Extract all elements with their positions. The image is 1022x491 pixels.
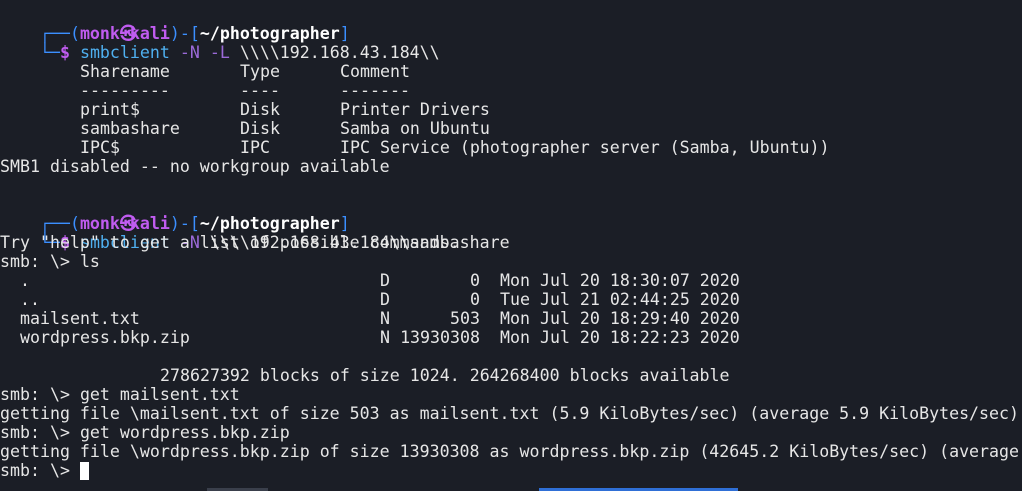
file-size: 503 — [450, 309, 480, 328]
file-attr: N — [380, 309, 390, 328]
file-date: Mon Jul 20 18:22:23 2020 — [500, 328, 740, 347]
file-attr: D — [380, 271, 390, 290]
share-row-type: IPC — [240, 138, 270, 157]
smb-prompt: smb: \> — [0, 252, 80, 271]
share-header-comment: Comment — [340, 62, 410, 81]
share-row-type: Disk — [240, 100, 280, 119]
file-date: Tue Jul 21 02:44:25 2020 — [500, 290, 740, 309]
blocks-info: 278627392 blocks of size 1024. 264268400… — [160, 366, 730, 385]
share-dash-comment: ------- — [340, 81, 410, 100]
smb-command: ls — [79, 252, 100, 271]
option-l: -L — [209, 43, 230, 62]
command-line-1: └─$ smbclient -N -L \\\\192.168.43.184\\ — [39, 43, 440, 62]
smb-command: get wordpress.bkp.zip — [79, 423, 290, 442]
get2-result: getting file \wordpress.bkp.zip of size … — [0, 442, 1020, 461]
smb-get1-line: smb: \> get mailsent.txt — [0, 385, 240, 404]
smb-prompt: smb: \> — [0, 385, 80, 404]
file-size: 13930308 — [400, 328, 480, 347]
file-name: mailsent.txt — [20, 309, 140, 328]
prompt-line-2: ┌──(monk㉿kali)-[~/photographer] — [39, 214, 350, 233]
share-row-name: print$ — [80, 100, 140, 119]
option-n: -N — [179, 43, 200, 62]
share-dash-type: ---- — [240, 81, 280, 100]
file-name: . — [20, 271, 30, 290]
smb-command: get mailsent.txt — [79, 385, 240, 404]
share-header-name: Sharename — [80, 62, 170, 81]
share-row-name: sambashare — [80, 119, 180, 138]
get1-result: getting file \mailsent.txt of size 503 a… — [0, 404, 1020, 423]
share-row-name: IPC$ — [80, 138, 120, 157]
share-row-comment: IPC Service (photographer server (Samba,… — [340, 138, 830, 157]
file-date: Mon Jul 20 18:29:40 2020 — [500, 309, 740, 328]
smb-prompt: smb: \> — [0, 461, 80, 480]
file-size: 0 — [470, 271, 480, 290]
prompt-line-1: ┌──(monk㉿kali)-[~/photographer] — [39, 24, 350, 43]
terminal-window[interactable]: ┌──(monk㉿kali)-[~/photographer] └─$ smbc… — [0, 0, 1022, 491]
share-header-type: Type — [240, 62, 280, 81]
share-row-comment: Printer Drivers — [340, 100, 490, 119]
file-attr: N — [380, 328, 390, 347]
share-row-comment: Samba on Ubuntu — [340, 119, 490, 138]
share-dash-name: --------- — [80, 81, 170, 100]
file-name: .. — [20, 290, 40, 309]
smb1-note: SMB1 disabled -- no workgroup available — [0, 157, 390, 176]
command-line-2: └─$ smbclient -N \\\\192.168.43.184\\sam… — [39, 233, 510, 252]
text-cursor[interactable] — [79, 462, 89, 480]
smb-get2-line: smb: \> get wordpress.bkp.zip — [0, 423, 290, 442]
prompt-dollar: $ — [59, 43, 70, 62]
smb-ls-line: smb: \> ls — [0, 252, 100, 271]
file-date: Mon Jul 20 18:30:07 2020 — [500, 271, 740, 290]
help-hint: Try "help" to get a list of possible com… — [0, 233, 460, 252]
smb-prompt: smb: \> — [0, 423, 80, 442]
share-row-type: Disk — [240, 119, 280, 138]
file-size: 0 — [470, 290, 480, 309]
command-program: smbclient — [79, 43, 170, 62]
smb-input-line[interactable]: smb: \> — [0, 461, 89, 480]
file-attr: D — [380, 290, 390, 309]
command-argument: \\\\192.168.43.184\\ — [239, 43, 440, 62]
file-name: wordpress.bkp.zip — [20, 328, 190, 347]
